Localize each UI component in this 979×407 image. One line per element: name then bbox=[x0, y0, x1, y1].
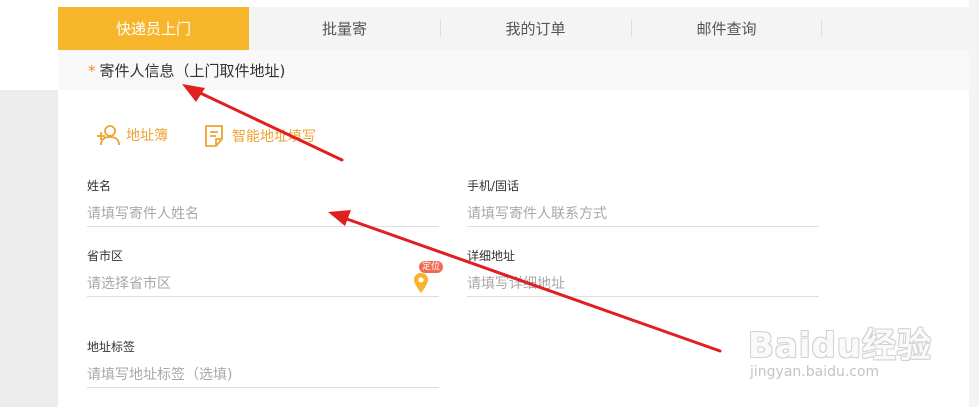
address-book-label: 地址簿 bbox=[126, 128, 168, 144]
name-input[interactable]: 请填写寄件人姓名 bbox=[87, 200, 439, 227]
tab-bar: 快递员上门 批量寄 我的订单 邮件查询 bbox=[58, 7, 969, 50]
annotation-arrow bbox=[182, 84, 344, 162]
page: 快递员上门 批量寄 我的订单 邮件查询 * 寄件人信息（上门取件地址) 地址簿 智… bbox=[0, 0, 979, 407]
phone-field: 手机/固话 请填写寄件人联系方式 bbox=[467, 178, 819, 227]
detail-address-input[interactable]: 请填写详细地址 bbox=[467, 270, 819, 297]
tab-divider bbox=[821, 20, 822, 37]
add-contact-icon bbox=[97, 125, 120, 146]
phone-label: 手机/固话 bbox=[467, 179, 520, 193]
watermark-logo: Baidu经验 bbox=[748, 326, 933, 366]
right-gutter bbox=[969, 0, 979, 407]
note-icon bbox=[205, 125, 223, 147]
smart-fill-label: 智能地址填写 bbox=[232, 129, 316, 145]
tab-courier-pickup[interactable]: 快递员上门 bbox=[58, 7, 249, 50]
detail-address-label: 详细地址 bbox=[467, 249, 516, 263]
section-header: * 寄件人信息（上门取件地址) bbox=[58, 50, 969, 90]
left-gutter bbox=[0, 90, 58, 407]
baidu-watermark: Baidu经验 jingyan.baidu.com bbox=[748, 318, 948, 390]
tab-my-orders[interactable]: 我的订单 bbox=[440, 7, 631, 50]
watermark-url: jingyan.baidu.com bbox=[750, 364, 880, 380]
locate-button[interactable]: 定位 bbox=[411, 261, 444, 295]
region-label: 省市区 bbox=[87, 249, 124, 263]
section-title-text: 寄件人信息（上门取件地址) bbox=[99, 62, 286, 80]
location-pin-icon bbox=[414, 273, 428, 293]
address-tag-label: 地址标签 bbox=[87, 340, 136, 354]
address-tag-input[interactable]: 请填写地址标签（选填) bbox=[87, 361, 439, 388]
tab-batch-send[interactable]: 批量寄 bbox=[249, 7, 440, 50]
required-mark: * bbox=[88, 62, 96, 80]
tab-mail-query[interactable]: 邮件查询 bbox=[631, 7, 822, 50]
region-select[interactable]: 请选择省市区 bbox=[87, 270, 439, 297]
phone-input[interactable]: 请填写寄件人联系方式 bbox=[467, 200, 819, 227]
region-field: 省市区 请选择省市区 bbox=[87, 248, 439, 297]
name-field: 姓名 请填写寄件人姓名 bbox=[87, 178, 439, 227]
detail-address-field: 详细地址 请填写详细地址 bbox=[467, 248, 819, 297]
section-title: * 寄件人信息（上门取件地址) bbox=[88, 60, 285, 81]
address-tag-field: 地址标签 请填写地址标签（选填) bbox=[87, 339, 439, 388]
name-label: 姓名 bbox=[87, 179, 112, 193]
address-book-button[interactable]: 地址簿 bbox=[96, 124, 168, 146]
smart-fill-button[interactable]: 智能地址填写 bbox=[204, 124, 316, 148]
